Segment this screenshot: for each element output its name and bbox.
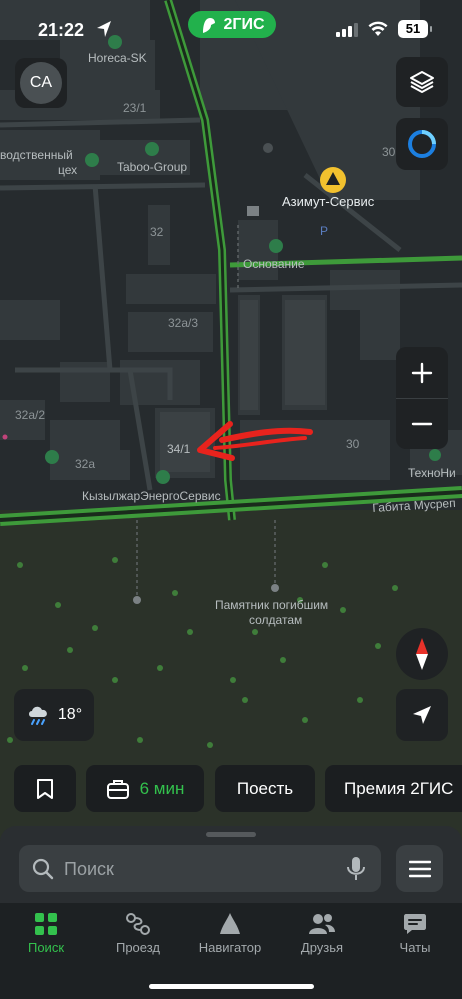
commute-chip[interactable]: 6 мин xyxy=(86,765,204,812)
compass-icon xyxy=(416,638,428,670)
battery-nub xyxy=(430,26,432,32)
menu-button[interactable] xyxy=(396,845,443,892)
tab-search[interactable]: Поиск xyxy=(0,910,92,955)
premium-chip[interactable]: Премия 2ГИС xyxy=(325,765,462,812)
wifi-icon xyxy=(368,21,388,36)
brand-name: 2ГИС xyxy=(223,15,265,33)
briefcase-icon xyxy=(106,779,129,799)
building-number: 32а/3 xyxy=(168,316,199,330)
premium-chip-label: Премия 2ГИС xyxy=(344,778,454,798)
poi-label-monument-line2[interactable]: солдатам xyxy=(249,613,302,627)
profile-button[interactable]: CA xyxy=(15,58,67,108)
brand-badge[interactable]: 2ГИС xyxy=(188,11,276,38)
poi-label-taboo[interactable]: Taboo-Group xyxy=(117,160,187,174)
microphone-icon[interactable] xyxy=(346,856,366,882)
tab-navigator[interactable]: Навигатор xyxy=(184,910,276,955)
grid-icon xyxy=(35,913,57,935)
assistant-ring-icon xyxy=(408,130,436,158)
tab-chats[interactable]: Чаты xyxy=(369,910,461,955)
poi-label-production-line2[interactable]: цех xyxy=(58,163,77,177)
hamburger-icon xyxy=(408,860,431,877)
navigation-arrow-icon xyxy=(413,706,431,724)
navigator-icon xyxy=(220,913,240,934)
poi-label-tehno[interactable]: ТехноНи xyxy=(408,466,456,480)
building-number: 32а/2 xyxy=(15,408,46,422)
search-bar[interactable] xyxy=(19,845,381,892)
commute-time: 6 мин xyxy=(139,778,185,798)
plus-icon xyxy=(411,362,433,383)
building-number: 32а xyxy=(75,457,96,471)
poi-label-monument[interactable]: Памятник погибшим xyxy=(215,598,328,612)
tab-label: Поиск xyxy=(27,940,65,955)
weather-widget[interactable]: 18° xyxy=(14,689,94,741)
battery-indicator: 51 xyxy=(398,20,428,38)
eat-chip[interactable]: Поесть xyxy=(215,765,315,812)
building-number: 30 xyxy=(346,437,360,451)
parking-icon[interactable]: P xyxy=(320,224,328,238)
building-number: 23/1 xyxy=(123,101,147,115)
eat-chip-label: Поесть xyxy=(236,778,294,798)
tab-label: Чаты xyxy=(399,940,431,955)
temperature: 18° xyxy=(57,706,83,723)
tab-label: Навигатор xyxy=(198,940,262,955)
avatar: CA xyxy=(20,62,62,104)
rain-cloud-icon xyxy=(28,706,47,725)
building-number: 34/1 xyxy=(167,442,191,456)
route-icon xyxy=(126,913,150,935)
my-location-button[interactable] xyxy=(396,689,448,741)
building-number: 32 xyxy=(150,225,164,239)
clock: 21:22 xyxy=(38,20,85,40)
zoom-in-button[interactable] xyxy=(396,348,448,398)
zoom-controls xyxy=(396,347,448,449)
chat-icon xyxy=(404,914,426,934)
cellular-signal-icon xyxy=(336,23,358,37)
friends-icon xyxy=(309,914,335,934)
bookmarks-button[interactable] xyxy=(14,765,76,812)
brand-logo-icon xyxy=(203,17,216,33)
tab-label: Проезд xyxy=(115,940,160,955)
building-number: 30 xyxy=(382,145,396,159)
status-bar: 21:22 2ГИС 51 xyxy=(0,0,462,58)
home-indicator[interactable] xyxy=(149,984,314,989)
tab-label: Друзья xyxy=(300,940,344,955)
compass-button[interactable] xyxy=(396,628,448,680)
voice-assistant-button[interactable] xyxy=(396,118,448,170)
poi-label-kyzylzhar[interactable]: КызылжарЭнергоСервис xyxy=(82,489,221,503)
poi-label-production[interactable]: водственный xyxy=(0,148,73,162)
sheet-grabber[interactable] xyxy=(206,832,256,837)
search-input[interactable] xyxy=(64,859,334,880)
zoom-out-button[interactable] xyxy=(396,399,448,449)
tab-route[interactable]: Проезд xyxy=(92,910,184,955)
search-icon xyxy=(32,858,54,880)
layers-button[interactable] xyxy=(396,57,448,107)
poi-label-osnovanie[interactable]: Основание xyxy=(243,257,305,271)
tab-friends[interactable]: Друзья xyxy=(276,910,368,955)
location-arrow-icon xyxy=(97,21,111,37)
bookmark-icon xyxy=(37,778,53,799)
poi-label-azimut[interactable]: Азимут-Сервис xyxy=(282,194,374,209)
minus-icon xyxy=(411,422,433,425)
layers-icon xyxy=(410,71,434,93)
